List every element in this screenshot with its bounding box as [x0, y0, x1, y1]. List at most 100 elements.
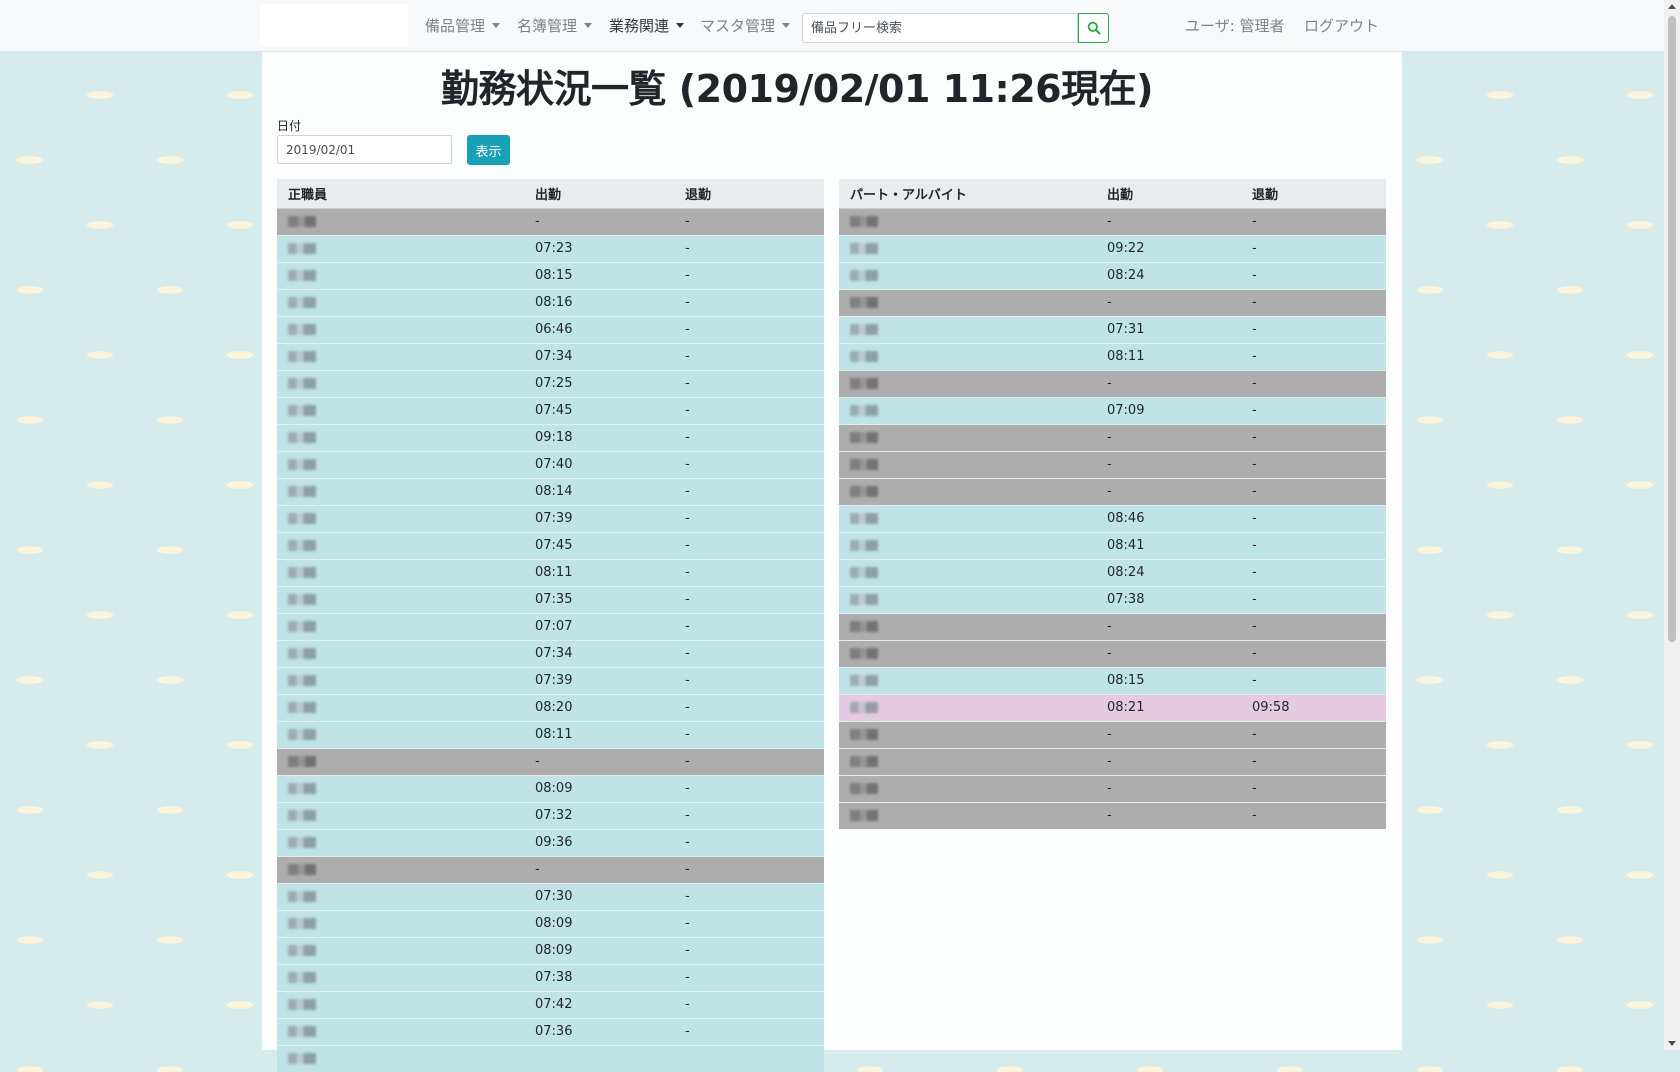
clock-out-cell: - — [674, 477, 824, 505]
staff-name-cell — [277, 963, 524, 991]
redacted-name — [850, 594, 878, 605]
staff-name-cell — [839, 747, 1096, 775]
menu-roster[interactable]: 名簿管理 — [517, 15, 593, 36]
redacted-name — [288, 513, 316, 524]
table-row: 07:40- — [277, 450, 824, 478]
redacted-name — [288, 621, 316, 632]
redacted-name — [288, 567, 316, 578]
clock-out-cell: - — [674, 504, 824, 532]
redacted-name — [850, 540, 878, 551]
table-row: 08:09- — [277, 909, 824, 937]
staff-name-cell — [277, 774, 524, 802]
clock-out-cell: - — [1241, 315, 1386, 343]
staff-name-cell — [277, 882, 524, 910]
logout-link[interactable]: ログアウト — [1304, 15, 1379, 36]
staff-name-cell — [839, 774, 1096, 802]
navbar: 備品管理 名簿管理 業務関連 マスタ管理 ユーザ: 管理者 ログアウト — [0, 0, 1664, 52]
redacted-name — [288, 810, 316, 821]
table-row: 08:11- — [839, 342, 1386, 370]
staff-name-cell — [277, 585, 524, 613]
redacted-name — [850, 648, 878, 659]
redacted-name — [850, 216, 878, 227]
redacted-name — [850, 243, 878, 254]
clock-in-cell: - — [1096, 774, 1241, 802]
clock-in-cell: - — [524, 207, 674, 235]
clock-out-cell: - — [1241, 288, 1386, 316]
clock-in-cell: 09:36 — [524, 828, 674, 856]
staff-name-cell — [839, 423, 1096, 451]
staff-name-cell — [277, 639, 524, 667]
search-button[interactable] — [1078, 13, 1109, 43]
brand-logo[interactable] — [260, 4, 408, 46]
redacted-name — [850, 702, 878, 713]
clock-in-cell: - — [1096, 207, 1241, 235]
clock-in-cell — [524, 1044, 674, 1072]
staff-name-cell — [277, 990, 524, 1018]
staff-name-cell — [839, 801, 1096, 829]
redacted-name — [288, 270, 316, 281]
scroll-down-icon[interactable] — [1668, 1041, 1676, 1046]
clock-out-cell: 09:58 — [1241, 693, 1386, 721]
table-row: 07:25- — [277, 369, 824, 397]
redacted-name — [850, 810, 878, 822]
clock-in-cell: - — [1096, 450, 1241, 478]
table-row: 09:22- — [839, 234, 1386, 262]
clock-in-cell: 08:46 — [1096, 504, 1241, 532]
clock-out-cell: - — [674, 531, 824, 559]
clock-in-cell: - — [1096, 477, 1241, 505]
redacted-name — [288, 648, 316, 659]
clock-in-cell: 07:34 — [524, 639, 674, 667]
clock-in-cell: 07:31 — [1096, 315, 1241, 343]
menu-master[interactable]: マスタ管理 — [700, 15, 791, 36]
redacted-name — [288, 945, 316, 956]
table-row: 08:24- — [839, 261, 1386, 289]
redacted-name — [288, 918, 316, 929]
redacted-name — [850, 405, 878, 416]
staff-name-cell — [277, 828, 524, 856]
table-row: 07:09- — [839, 396, 1386, 424]
regular-staff-rows: - -07:23-08:15-08:16-06:46-07:34-07:25-07… — [277, 207, 824, 1072]
page-scrollbar[interactable] — [1664, 0, 1680, 1050]
redacted-name — [288, 702, 316, 713]
staff-name-cell — [277, 234, 524, 262]
clock-out-cell: - — [674, 963, 824, 991]
column-header-name: 正職員 — [277, 179, 524, 209]
scrollbar-thumb[interactable] — [1668, 16, 1676, 642]
clock-out-cell: - — [674, 261, 824, 289]
column-header-name: パート・アルバイト — [839, 179, 1096, 209]
search-input[interactable] — [802, 13, 1078, 43]
clock-in-cell: 07:40 — [524, 450, 674, 478]
redacted-name — [850, 297, 878, 308]
table-row: 08:11- — [277, 720, 824, 748]
redacted-name — [850, 756, 878, 767]
scroll-up-icon[interactable] — [1668, 4, 1676, 9]
page-title: 勤務状況一覧 (2019/02/01 11:26現在) — [441, 67, 1153, 111]
clock-out-cell: - — [674, 828, 824, 856]
menu-equipment[interactable]: 備品管理 — [425, 15, 501, 36]
staff-name-cell — [277, 396, 524, 424]
staff-name-cell — [839, 342, 1096, 370]
chevron-down-icon — [676, 23, 685, 28]
clock-out-cell: - — [674, 288, 824, 316]
menu-business[interactable]: 業務関連 — [609, 15, 685, 36]
clock-in-cell: - — [1096, 720, 1241, 748]
current-user: ユーザ: 管理者 — [1185, 17, 1285, 35]
staff-name-cell — [277, 693, 524, 721]
redacted-name — [850, 459, 878, 470]
date-input[interactable] — [277, 135, 452, 164]
show-button[interactable]: 表示 — [467, 135, 510, 165]
table-row: 07:45- — [277, 531, 824, 559]
redacted-name — [288, 243, 316, 254]
redacted-name — [288, 459, 316, 470]
clock-out-cell: - — [1241, 450, 1386, 478]
staff-name-cell — [839, 234, 1096, 262]
staff-name-cell — [277, 315, 524, 343]
clock-in-cell: 07:38 — [524, 963, 674, 991]
clock-in-cell: 07:25 — [524, 369, 674, 397]
clock-in-cell: - — [1096, 612, 1241, 640]
clock-in-cell: - — [1096, 639, 1241, 667]
table-row: 08:16- — [277, 288, 824, 316]
redacted-name — [850, 729, 878, 740]
table-row — [277, 1044, 824, 1072]
clock-out-cell — [674, 1044, 824, 1072]
